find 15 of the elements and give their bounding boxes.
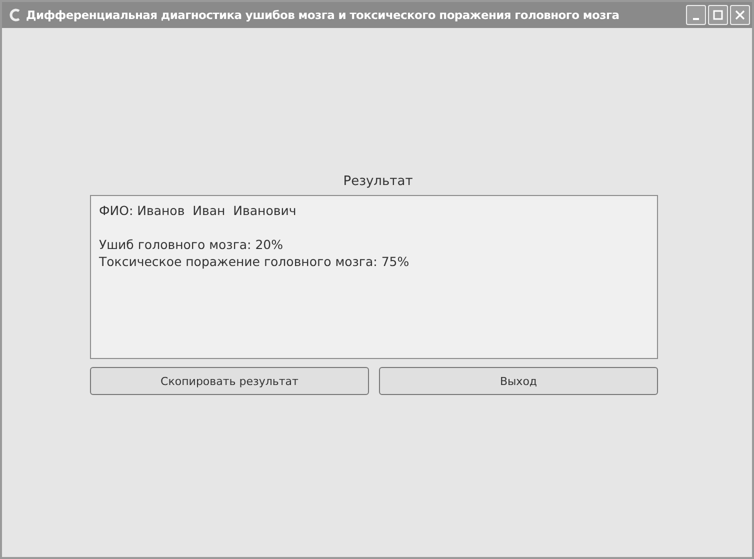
result-line: Ушиб головного мозга: 20% xyxy=(99,236,284,253)
action-button[interactable]: Скопировать результат xyxy=(90,367,369,395)
maximize-icon xyxy=(713,10,723,20)
minimize-icon xyxy=(693,18,699,20)
minimize-button[interactable] xyxy=(686,5,706,25)
patient-name-text: ФИО: Иванов Иван Иванович xyxy=(99,202,298,219)
result-heading: Результат xyxy=(342,174,414,191)
window-title: Дифференциальная диагностика ушибов мозга и токсического поражения головного мозга xyxy=(26,8,620,22)
close-button[interactable] xyxy=(730,5,750,25)
result-line: Токсическое поражение головного мозга: 75% xyxy=(99,253,410,270)
action-button[interactable]: Выход xyxy=(379,367,658,395)
maximize-button[interactable] xyxy=(708,5,728,25)
result-text-area[interactable]: ФИО: Иванов Иван Иванович Ушиб головного мозга: 20% Токсическое поражение головного мозга: 75% xyxy=(90,195,658,359)
app-icon xyxy=(8,8,22,22)
close-icon xyxy=(735,10,745,20)
